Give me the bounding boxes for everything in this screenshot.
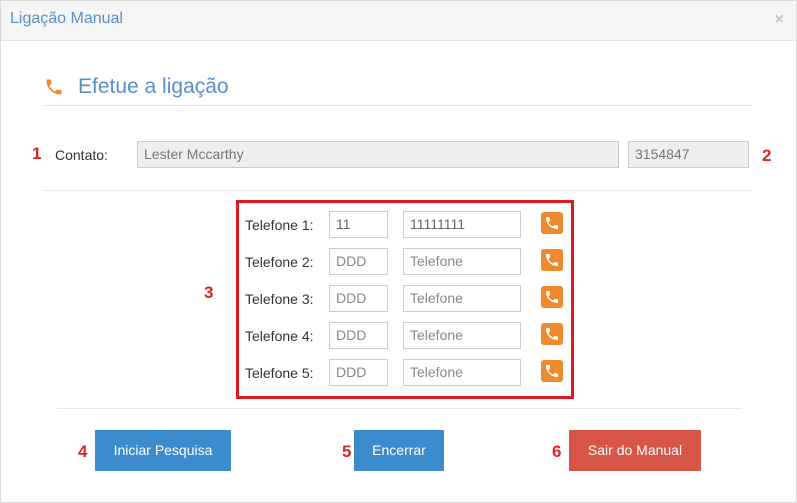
contact-id-field[interactable]: 3154847 xyxy=(628,141,749,168)
phone-3-label: Telefone 3: xyxy=(245,291,314,307)
phone-1-ddd-input[interactable]: 11 xyxy=(329,211,388,238)
phone-4-call-button[interactable] xyxy=(541,323,563,345)
end-button[interactable]: Encerrar xyxy=(354,430,444,471)
phone-2-number-input[interactable]: Telefone xyxy=(403,248,521,275)
phone-icon xyxy=(46,79,62,95)
phone-1-call-button[interactable] xyxy=(541,212,563,234)
phone-icon xyxy=(546,328,558,340)
annotation-2: 2 xyxy=(762,146,772,165)
annotation-5: 5 xyxy=(342,442,352,461)
contact-label: Contato: xyxy=(55,147,108,163)
phone-2-ddd-input[interactable]: DDD xyxy=(329,248,388,275)
phone-3-ddd-input[interactable]: DDD xyxy=(329,285,388,312)
divider xyxy=(57,408,742,409)
modal-title: Ligação Manual xyxy=(10,10,123,27)
modal-titlebar: Ligação Manual × xyxy=(1,1,796,41)
phone-2-label: Telefone 2: xyxy=(245,254,314,270)
phone-4-label: Telefone 4: xyxy=(245,328,314,344)
phone-icon xyxy=(546,254,558,266)
phone-1-number-input[interactable]: 11111111 xyxy=(403,211,521,238)
phone-icon xyxy=(546,291,558,303)
phone-2-call-button[interactable] xyxy=(541,249,563,271)
section-heading: Efetue a ligação xyxy=(78,75,229,98)
close-icon[interactable]: × xyxy=(775,12,784,28)
phone-3-number-input[interactable]: Telefone xyxy=(403,285,521,312)
annotation-3: 3 xyxy=(204,283,214,302)
phone-5-label: Telefone 5: xyxy=(245,365,314,381)
phone-4-ddd-input[interactable]: DDD xyxy=(329,322,388,349)
phone-5-call-button[interactable] xyxy=(541,360,563,382)
phone-icon xyxy=(546,217,558,229)
phone-5-ddd-input[interactable]: DDD xyxy=(329,359,388,386)
section-header: Efetue a ligação xyxy=(44,73,752,106)
phone-5-number-input[interactable]: Telefone xyxy=(403,359,521,386)
phone-3-call-button[interactable] xyxy=(541,286,563,308)
exit-manual-button[interactable]: Sair do Manual xyxy=(569,430,701,471)
phone-icon xyxy=(546,365,558,377)
annotation-1: 1 xyxy=(32,144,42,163)
start-search-button[interactable]: Iniciar Pesquisa xyxy=(95,430,231,471)
contact-name-field[interactable]: Lester Mccarthy xyxy=(137,141,619,168)
divider xyxy=(44,190,752,191)
manual-call-modal: Ligação Manual × Efetue a ligação 1 Cont… xyxy=(0,0,797,503)
phone-1-label: Telefone 1: xyxy=(245,217,314,233)
phone-4-number-input[interactable]: Telefone xyxy=(403,322,521,349)
annotation-4: 4 xyxy=(78,442,88,461)
annotation-6: 6 xyxy=(552,442,562,461)
